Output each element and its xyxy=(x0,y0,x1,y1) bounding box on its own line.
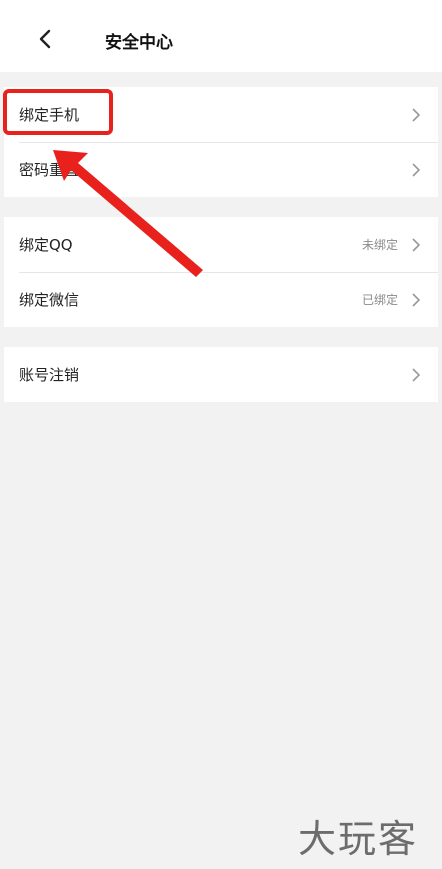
watermark: 大玩客 xyxy=(298,817,419,861)
annotation-arrow xyxy=(53,150,203,277)
